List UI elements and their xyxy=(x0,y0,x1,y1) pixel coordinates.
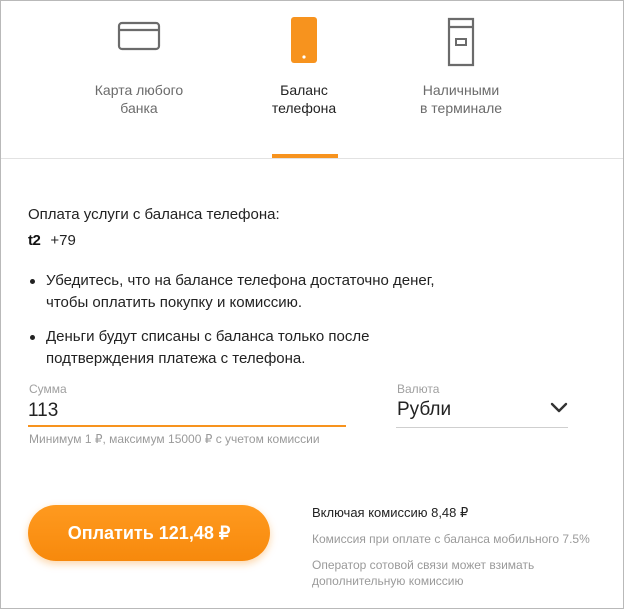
service-info: Оплата услуги с баланса телефона: t2 +79 xyxy=(28,205,608,251)
tab-phone-balance[interactable]: Баланс телефона xyxy=(229,1,379,158)
list-item: Деньги будут списаны с баланса только по… xyxy=(28,326,468,370)
currency-value: Рубли xyxy=(397,399,452,420)
commission-total: Включая комиссию 8,48 ₽ xyxy=(312,505,469,520)
tab-bank-card[interactable]: Карта любого банка xyxy=(64,1,214,158)
service-title: Оплата услуги с баланса телефона: xyxy=(28,206,280,223)
amount-label: Сумма xyxy=(29,382,67,396)
pay-button[interactable]: Оплатить 121,48 ₽ xyxy=(28,505,270,561)
operator-note: Оператор сотовой связи может взимать доп… xyxy=(312,558,535,588)
currency-select[interactable]: Рубли xyxy=(396,397,568,428)
info-list: Убедитесь, что на балансе телефона доста… xyxy=(28,270,468,382)
phone-number: +79 xyxy=(50,231,76,249)
payment-method-tabs: Карта любого банка Баланс телефона Налич… xyxy=(1,1,623,159)
phone-icon xyxy=(289,17,319,68)
operator-logo: t2 xyxy=(28,231,41,249)
amount-input[interactable] xyxy=(28,397,346,427)
tab-bank-card-label: Карта любого банка xyxy=(94,82,184,116)
commission-note: Комиссия при оплате с баланса мобильного… xyxy=(312,532,590,546)
tab-phone-balance-label: Баланс телефона xyxy=(271,82,337,116)
card-icon xyxy=(117,17,161,58)
terminal-icon xyxy=(443,17,479,72)
amount-hint: Минимум 1 ₽, максимум 15000 ₽ с учетом к… xyxy=(29,432,320,446)
list-item: Убедитесь, что на балансе телефона доста… xyxy=(28,270,468,314)
tab-cash-terminal-label: Наличными в терминале xyxy=(419,82,503,116)
currency-label: Валюта xyxy=(397,382,440,396)
tab-cash-terminal[interactable]: Наличными в терминале xyxy=(386,1,536,158)
chevron-down-icon xyxy=(550,401,568,420)
commission-info: Включая комиссию 8,48 ₽ Комиссия при опл… xyxy=(312,505,612,589)
active-tab-underline xyxy=(272,154,338,158)
phone-row: t2 +79 xyxy=(28,229,608,251)
